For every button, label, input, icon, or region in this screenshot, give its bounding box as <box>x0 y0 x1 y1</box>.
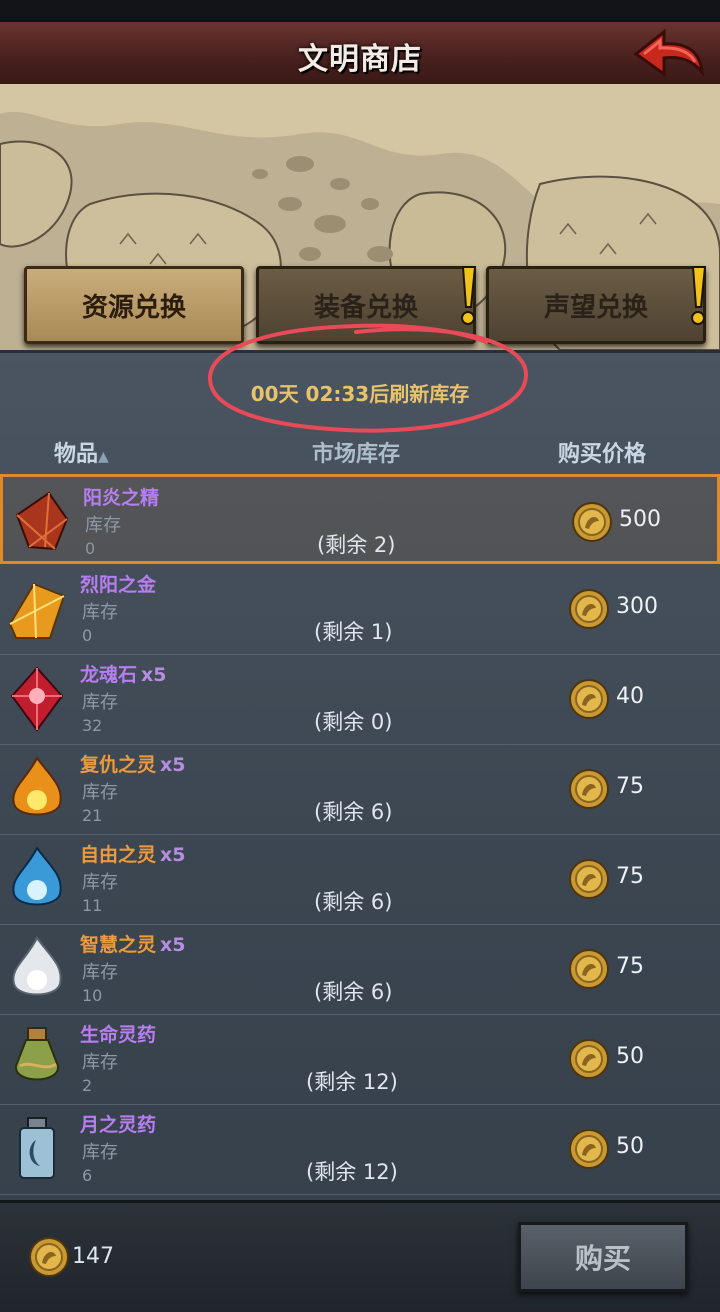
item-name: 复仇之灵 x5 <box>80 754 186 776</box>
gold-crystal-icon <box>8 582 66 639</box>
column-header-item[interactable]: 物品▲ <box>54 436 109 468</box>
item-price: 75 <box>616 774 644 799</box>
flame-crystal-icon <box>15 491 69 551</box>
coin-icon <box>569 679 609 719</box>
blue-spirit-icon <box>12 846 62 906</box>
item-name: 烈阳之金 <box>80 574 157 596</box>
white-spirit-icon <box>12 936 62 996</box>
coin-icon <box>569 1129 609 1169</box>
item-quantity: x5 <box>160 754 186 776</box>
stock-label: 库存 <box>82 1142 118 1163</box>
coin-balance: 147 <box>72 1244 114 1269</box>
stock-label: 库存 <box>82 602 118 623</box>
coin-icon <box>29 1237 69 1277</box>
item-price: 500 <box>619 507 661 532</box>
item-name: 阳炎之精 <box>83 487 160 509</box>
stock-value: 2 <box>82 1076 93 1095</box>
table-row[interactable]: 月之灵药库存 6 (剩余 12) 50 <box>0 1104 720 1195</box>
table-row[interactable]: 龙魂石 x5 库存 32 (剩余 0) 40 <box>0 654 720 745</box>
stock-value: 21 <box>82 806 103 825</box>
coin-icon <box>572 502 612 542</box>
table-row[interactable]: 智慧之灵 x5 库存 10 (剩余 6) 75 <box>0 924 720 1015</box>
header-bar: 文明商店 <box>0 22 720 88</box>
table-row[interactable]: 阳炎之精库存 0 (剩余 2) 500 <box>0 474 720 564</box>
item-name: 龙魂石 x5 <box>80 664 167 686</box>
stock-value: 6 <box>82 1166 93 1185</box>
stock-value: 0 <box>85 539 96 558</box>
item-price: 75 <box>616 864 644 889</box>
table-row[interactable]: 生命灵药库存 2 (剩余 12) 50 <box>0 1014 720 1105</box>
item-name: 智慧之灵 x5 <box>80 934 186 956</box>
page-title: 文明商店 <box>298 42 422 77</box>
market-remaining: (剩余 12) <box>306 1160 398 1184</box>
buy-button[interactable]: 购买 <box>518 1222 688 1292</box>
item-quantity: x5 <box>160 934 186 956</box>
item-name: 生命灵药 <box>80 1024 157 1046</box>
item-price: 300 <box>616 594 658 619</box>
fire-spirit-icon <box>12 756 62 816</box>
column-header-stock[interactable]: 市场库存 <box>312 436 400 468</box>
coin-icon <box>569 859 609 899</box>
item-name: 自由之灵 x5 <box>80 844 186 866</box>
market-remaining: (剩余 6) <box>314 980 393 1004</box>
item-price: 50 <box>616 1134 644 1159</box>
stock-label: 库存 <box>85 515 121 536</box>
stock-value: 32 <box>82 716 103 735</box>
exclamation-alert-icon <box>691 266 707 325</box>
red-circle-annotation <box>207 323 529 433</box>
stock-label: 库存 <box>82 872 118 893</box>
back-arrow-icon[interactable] <box>632 28 706 82</box>
market-remaining: (剩余 2) <box>317 533 396 557</box>
red-gem-icon <box>10 666 64 732</box>
item-quantity: x5 <box>141 664 167 686</box>
stock-label: 库存 <box>82 1052 118 1073</box>
stock-value: 11 <box>82 896 103 915</box>
market-remaining: (剩余 0) <box>314 710 393 734</box>
stock-value: 0 <box>82 626 93 645</box>
coin-icon <box>569 769 609 809</box>
market-remaining: (剩余 6) <box>314 890 393 914</box>
item-quantity: x5 <box>160 844 186 866</box>
item-price: 50 <box>616 1044 644 1069</box>
tab-label: 资源兑换 <box>81 292 186 323</box>
life-potion-icon <box>14 1027 60 1081</box>
stock-value: 10 <box>82 986 103 1005</box>
stock-label: 库存 <box>82 962 118 983</box>
coin-icon <box>569 1039 609 1079</box>
moon-potion-icon <box>19 1117 55 1179</box>
tab-label: 声望兑换 <box>543 292 648 323</box>
status-bar <box>0 0 720 22</box>
market-remaining: (剩余 1) <box>314 620 393 644</box>
table-row[interactable]: 自由之灵 x5 库存 11 (剩余 6) 75 <box>0 834 720 925</box>
table-row[interactable]: 复仇之灵 x5 库存 21 (剩余 6) 75 <box>0 744 720 835</box>
table-row[interactable]: 烈阳之金库存 0 (剩余 1) 300 <box>0 564 720 655</box>
stock-label: 库存 <box>82 692 118 713</box>
coin-icon <box>569 949 609 989</box>
item-name: 月之灵药 <box>80 1114 157 1136</box>
market-remaining: (剩余 6) <box>314 800 393 824</box>
item-price: 40 <box>616 684 644 709</box>
item-price: 75 <box>616 954 644 979</box>
column-header-price[interactable]: 购买价格 <box>558 436 646 468</box>
coin-icon <box>569 589 609 629</box>
market-remaining: (剩余 12) <box>306 1070 398 1094</box>
stock-label: 库存 <box>82 782 118 803</box>
